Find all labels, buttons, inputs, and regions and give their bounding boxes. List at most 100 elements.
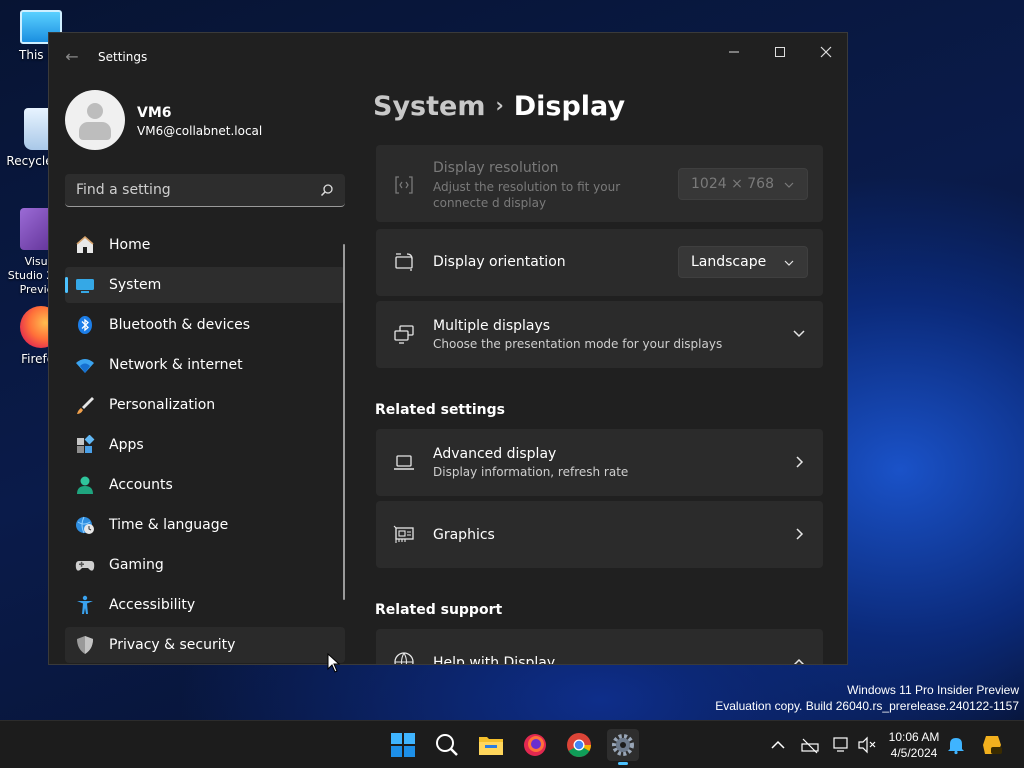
multiple-displays-icon bbox=[394, 325, 414, 344]
chevron-right-icon bbox=[796, 456, 804, 468]
multiple-displays-subtitle: Choose the presentation mode for your di… bbox=[433, 337, 723, 351]
breadcrumb-separator: › bbox=[495, 93, 504, 117]
close-icon bbox=[820, 46, 832, 58]
clock-time: 10:06 AM bbox=[888, 730, 940, 744]
start-button[interactable] bbox=[387, 729, 419, 761]
sidebar-item-apps[interactable]: Apps bbox=[65, 427, 345, 463]
profile-email: VM6@collabnet.local bbox=[137, 124, 263, 138]
chevron-down-icon bbox=[784, 182, 794, 188]
sidebar-item-label: Privacy & security bbox=[109, 637, 236, 653]
multiple-displays-card[interactable]: Multiple displays Choose the presentatio… bbox=[376, 301, 823, 368]
chevron-up-icon[interactable] bbox=[768, 735, 788, 755]
globe-icon bbox=[394, 652, 414, 664]
sidebar-nav: Home System Bluetooth & devices Network … bbox=[65, 227, 345, 664]
search-placeholder: Find a setting bbox=[76, 182, 171, 198]
maximize-button[interactable] bbox=[757, 39, 803, 69]
file-explorer-icon bbox=[479, 737, 503, 755]
window-title: Settings bbox=[98, 50, 148, 64]
file-explorer-button[interactable] bbox=[475, 729, 507, 761]
settings-window: ← Settings VM6 VM6@collabnet.local Find … bbox=[48, 32, 848, 665]
globe-clock-icon bbox=[76, 516, 94, 534]
sidebar-item-privacy-security[interactable]: Privacy & security bbox=[65, 627, 345, 663]
close-button[interactable] bbox=[803, 39, 847, 69]
os-watermark: Windows 11 Pro Insider Preview Evaluatio… bbox=[715, 682, 1019, 714]
sidebar-item-personalization[interactable]: Personalization bbox=[65, 387, 345, 423]
drive-eject-icon[interactable] bbox=[800, 735, 820, 755]
sidebar-item-label: Apps bbox=[109, 437, 144, 453]
firefox-button[interactable] bbox=[519, 729, 551, 761]
avatar-head bbox=[87, 103, 103, 119]
mouse-cursor-icon bbox=[327, 653, 341, 673]
page-title: Display bbox=[513, 91, 626, 122]
active-app-indicator bbox=[618, 762, 628, 765]
advanced-display-subtitle: Display information, refresh rate bbox=[433, 465, 629, 479]
bluetooth-icon bbox=[78, 316, 92, 334]
sidebar-item-label: System bbox=[109, 277, 162, 293]
sidebar-item-label: Time & language bbox=[109, 517, 229, 533]
sidebar-item-label: Gaming bbox=[109, 557, 164, 573]
display-orientation-title: Display orientation bbox=[433, 254, 566, 270]
multiple-displays-title: Multiple displays bbox=[433, 318, 551, 334]
sidebar-item-time-language[interactable]: Time & language bbox=[65, 507, 345, 543]
graphics-card-icon bbox=[393, 525, 414, 543]
sidebar-item-accounts[interactable]: Accounts bbox=[65, 467, 345, 503]
network-icon[interactable] bbox=[832, 735, 852, 755]
clock-date: 4/5/2024 bbox=[890, 746, 938, 760]
system-icon bbox=[76, 279, 94, 293]
avatar[interactable] bbox=[65, 90, 125, 150]
maximize-icon bbox=[775, 47, 785, 57]
orientation-icon bbox=[395, 253, 413, 271]
display-resolution-title: Display resolution bbox=[433, 160, 559, 176]
display-orientation-card: Display orientation Landscape bbox=[376, 229, 823, 296]
related-settings-heading: Related settings bbox=[375, 402, 505, 418]
sidebar-item-bluetooth[interactable]: Bluetooth & devices bbox=[65, 307, 345, 343]
back-button[interactable]: ← bbox=[61, 47, 83, 67]
avatar-body bbox=[79, 122, 111, 140]
help-with-display-title: Help with Display bbox=[433, 655, 556, 665]
notification-bell-icon[interactable] bbox=[946, 735, 966, 755]
sidebar-item-home[interactable]: Home bbox=[65, 227, 345, 263]
taskbar-clock[interactable]: 10:06 AM 4/5/2024 bbox=[880, 729, 948, 761]
resolution-dropdown: 1024 × 768 bbox=[678, 168, 808, 200]
accounts-icon bbox=[77, 476, 93, 494]
help-with-display-card[interactable]: Help with Display bbox=[376, 629, 823, 665]
resolution-value: 1024 × 768 bbox=[691, 176, 774, 192]
firefox-icon bbox=[524, 734, 546, 756]
sidebar-item-network[interactable]: Network & internet bbox=[65, 347, 345, 383]
chevron-up-icon bbox=[793, 658, 805, 664]
breadcrumb: System › Display bbox=[373, 91, 625, 122]
related-support-heading: Related support bbox=[375, 602, 503, 618]
accessibility-icon bbox=[77, 595, 93, 614]
sidebar-item-system[interactable]: System bbox=[65, 267, 345, 303]
home-icon bbox=[76, 236, 94, 253]
advanced-display-card[interactable]: Advanced display Display information, re… bbox=[376, 429, 823, 496]
volume-muted-icon[interactable] bbox=[857, 735, 877, 755]
minimize-button[interactable] bbox=[711, 39, 757, 69]
display-resolution-subtitle: Adjust the resolution to fit your connec… bbox=[433, 180, 621, 210]
watermark-line-2: Evaluation copy. Build 26040.rs_prerelea… bbox=[715, 699, 1019, 713]
sidebar-item-accessibility[interactable]: Accessibility bbox=[65, 587, 345, 623]
orientation-dropdown[interactable]: Landscape bbox=[678, 246, 808, 278]
minimize-icon bbox=[729, 51, 739, 53]
sidebar-item-label: Network & internet bbox=[109, 357, 243, 373]
chevron-down-icon bbox=[784, 260, 794, 266]
sidebar-item-label: Home bbox=[109, 237, 151, 253]
laptop-icon bbox=[394, 455, 414, 470]
chrome-button[interactable] bbox=[563, 729, 595, 761]
taskbar-search-button[interactable] bbox=[431, 729, 463, 761]
search-input[interactable]: Find a setting bbox=[65, 174, 345, 207]
sidebar-item-gaming[interactable]: Gaming bbox=[65, 547, 345, 583]
settings-taskbar-button[interactable] bbox=[607, 729, 639, 765]
graphics-card[interactable]: Graphics bbox=[376, 501, 823, 568]
resolution-icon bbox=[395, 176, 413, 194]
copilot-icon[interactable] bbox=[980, 733, 1004, 757]
settings-icon bbox=[612, 734, 634, 756]
sidebar-scrollbar[interactable] bbox=[343, 244, 345, 600]
breadcrumb-parent[interactable]: System bbox=[373, 91, 485, 122]
wifi-icon bbox=[76, 359, 94, 373]
chevron-right-icon bbox=[796, 528, 804, 540]
sidebar-item-label: Accessibility bbox=[109, 597, 196, 613]
title-bar[interactable]: ← Settings bbox=[49, 33, 847, 81]
display-resolution-card: Display resolution Adjust the resolution… bbox=[376, 145, 823, 222]
profile-name: VM6 bbox=[137, 105, 172, 121]
